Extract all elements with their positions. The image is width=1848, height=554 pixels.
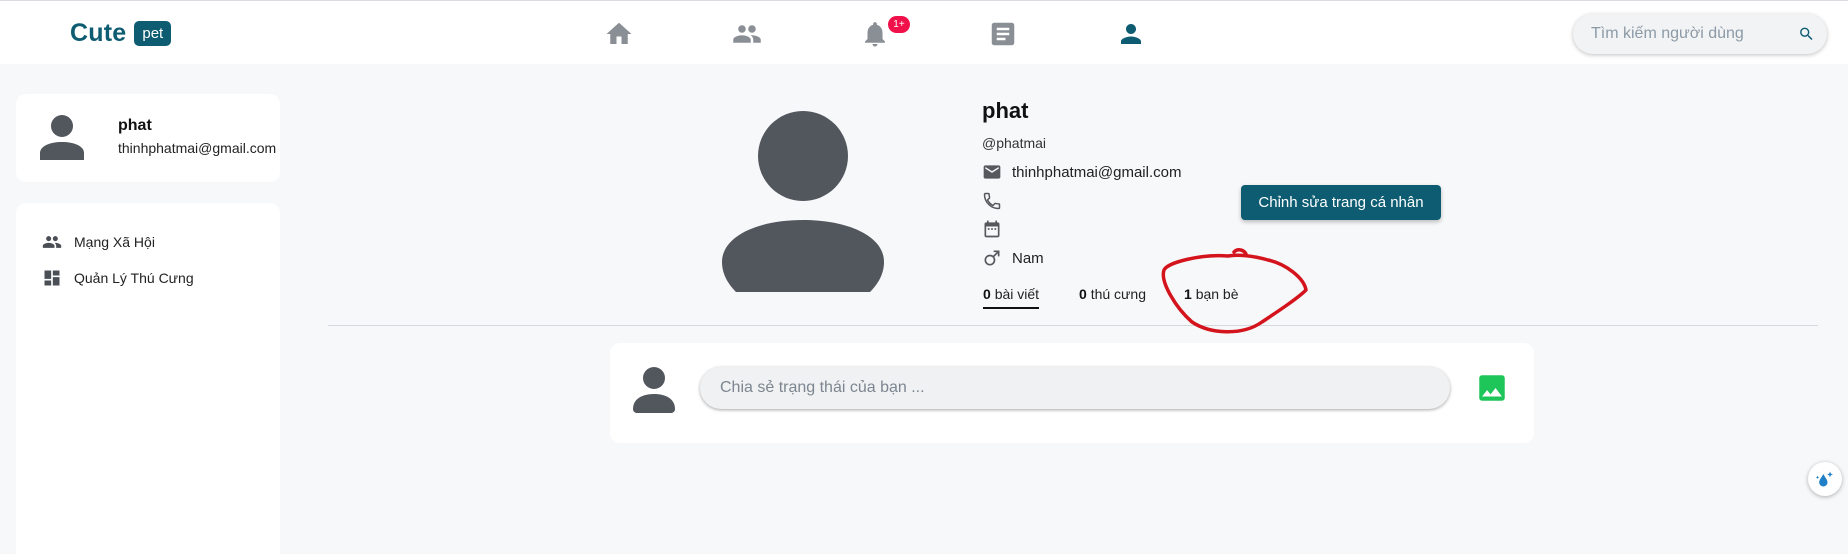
profile-gender: Nam bbox=[1012, 249, 1044, 267]
profile-divider bbox=[328, 325, 1818, 326]
sidebar-item-social-network[interactable]: Mạng Xã Hội bbox=[42, 232, 155, 252]
avatar bbox=[633, 367, 675, 413]
notification-badge: 1+ bbox=[888, 16, 910, 33]
sidebar-item-pet-management[interactable]: Quản Lý Thú Cưng bbox=[42, 268, 194, 288]
annotation-circle bbox=[1161, 248, 1308, 334]
posts-label: bài viết bbox=[994, 286, 1040, 302]
profile-gender-row: Nam bbox=[982, 248, 1044, 268]
user-search bbox=[1573, 14, 1827, 54]
status-composer bbox=[610, 343, 1534, 443]
edit-profile-button[interactable]: Chỉnh sửa trang cá nhân bbox=[1241, 185, 1441, 220]
search-icon[interactable] bbox=[1798, 23, 1815, 45]
bell-icon[interactable]: 1+ bbox=[860, 16, 910, 49]
floating-widget-button[interactable] bbox=[1808, 462, 1842, 496]
male-icon bbox=[984, 250, 1000, 266]
logo[interactable]: Cute pet bbox=[70, 19, 172, 48]
sidebar-item-label: Mạng Xã Hội bbox=[74, 234, 155, 250]
pets-label: thú cưng bbox=[1090, 286, 1146, 302]
profile-phone-row bbox=[982, 191, 1012, 211]
sidebar-user-name: phat bbox=[118, 117, 152, 134]
profile-email: thinhphatmai@gmail.com bbox=[1012, 163, 1182, 181]
sidebar-user-email: thinhphatmai@gmail.com bbox=[118, 140, 277, 156]
friends-icon[interactable] bbox=[732, 19, 762, 49]
droplet-sparkle-icon bbox=[1815, 471, 1833, 487]
tab-posts[interactable]: 0 bài viết bbox=[983, 286, 1040, 309]
home-icon[interactable] bbox=[604, 19, 634, 49]
calendar-icon bbox=[984, 220, 1000, 238]
profile-avatar bbox=[722, 111, 884, 292]
tab-pets[interactable]: 0 thú cưng bbox=[1079, 286, 1146, 302]
logo-text: Cute bbox=[70, 19, 127, 47]
people-icon bbox=[42, 236, 62, 248]
status-input[interactable] bbox=[700, 367, 1450, 409]
profile-email-row: thinhphatmai@gmail.com bbox=[982, 162, 1181, 182]
posts-icon[interactable] bbox=[988, 19, 1018, 49]
dashboard-icon bbox=[44, 270, 60, 286]
main-nav: 1+ bbox=[604, 16, 1244, 49]
sidebar-item-label: Quản Lý Thú Cưng bbox=[74, 270, 194, 286]
logo-badge: pet bbox=[134, 21, 172, 46]
sidebar-user-card[interactable]: phat thinhphatmai@gmail.com bbox=[16, 94, 280, 182]
profile-birthday-row bbox=[982, 219, 1012, 239]
avatar bbox=[40, 115, 84, 160]
profile-handle: @phatmai bbox=[982, 135, 1047, 151]
search-input[interactable] bbox=[1591, 25, 1798, 43]
posts-count: 0 bbox=[983, 286, 991, 302]
profile-name: phat bbox=[982, 98, 1029, 123]
profile-icon[interactable] bbox=[1116, 19, 1146, 49]
image-upload-icon[interactable] bbox=[1475, 371, 1509, 405]
mail-icon bbox=[983, 165, 1001, 179]
pets-count: 0 bbox=[1079, 286, 1087, 302]
phone-icon bbox=[983, 192, 1001, 210]
sidebar-menu: Mạng Xã Hội Quản Lý Thú Cưng bbox=[16, 203, 280, 554]
top-navbar: Cute pet 1+ bbox=[0, 0, 1848, 64]
